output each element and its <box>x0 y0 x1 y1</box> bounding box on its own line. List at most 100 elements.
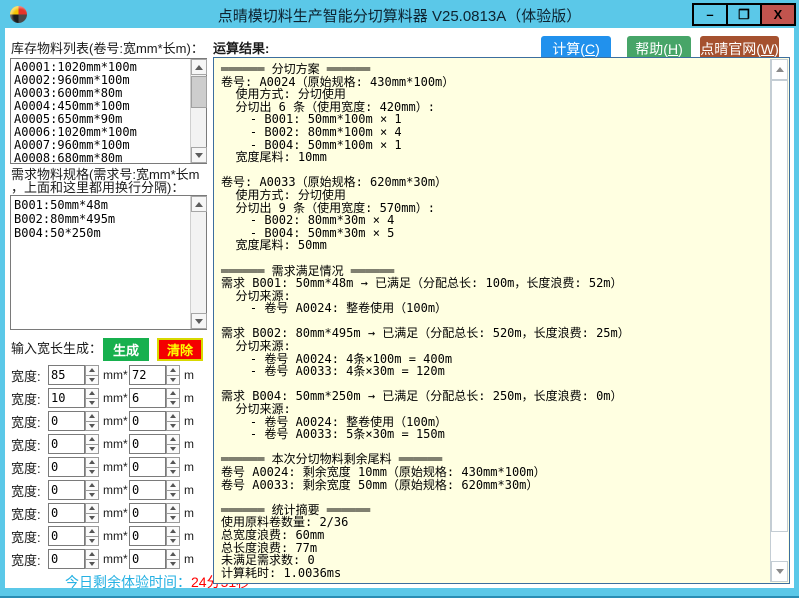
width-input[interactable] <box>48 503 85 523</box>
m-unit-label: m <box>184 483 194 497</box>
length-input[interactable] <box>129 549 166 569</box>
spin-down-icon[interactable] <box>85 559 99 570</box>
spin-down-icon[interactable] <box>85 421 99 432</box>
window-title: 点晴模切料生产智能分切算料器 V25.0813A（体验版） <box>0 5 799 26</box>
spin-down-icon[interactable] <box>166 490 180 501</box>
scroll-up-icon[interactable] <box>771 59 788 80</box>
scroll-down-icon[interactable] <box>771 561 788 582</box>
length-input[interactable] <box>129 457 166 477</box>
spin-down-icon[interactable] <box>85 444 99 455</box>
spin-down-icon[interactable] <box>166 375 180 386</box>
minimize-button[interactable]: – <box>692 3 728 26</box>
generate-button[interactable]: 生成 <box>103 338 149 361</box>
close-button[interactable]: X <box>760 3 796 26</box>
spin-down-icon[interactable] <box>85 398 99 409</box>
generator-label: 输入宽长生成： <box>11 342 102 355</box>
title-bar: 点晴模切料生产智能分切算料器 V25.0813A（体验版） – ❐ X <box>0 0 799 28</box>
length-input[interactable] <box>129 503 166 523</box>
width-input[interactable] <box>48 549 85 569</box>
scroll-down-icon[interactable] <box>191 147 207 163</box>
spin-down-icon[interactable] <box>166 467 180 478</box>
m-unit-label: m <box>184 391 194 405</box>
mm-unit-label: mm* <box>103 391 127 405</box>
demand-textarea[interactable]: B001:50mm*48m B002:80mm*495m B004:50*250… <box>12 197 189 328</box>
m-unit-label: m <box>184 414 194 428</box>
length-input[interactable] <box>129 434 166 454</box>
width-stepper <box>85 526 99 546</box>
width-input[interactable] <box>48 526 85 546</box>
calculate-label-post: ) <box>595 41 600 57</box>
results-box: ══════ 分切方案 ══════ 卷号: A0024（原始规格: 430mm… <box>213 57 790 584</box>
size-row: 宽度: mm* m <box>11 502 207 524</box>
length-stepper <box>166 388 180 408</box>
scrollbar-thumb[interactable] <box>191 76 207 108</box>
scroll-up-icon[interactable] <box>191 59 207 75</box>
mm-unit-label: mm* <box>103 506 127 520</box>
length-input[interactable] <box>129 480 166 500</box>
length-stepper <box>166 365 180 385</box>
size-row: 宽度: mm* m <box>11 525 207 547</box>
scrollbar-thumb[interactable] <box>771 80 788 532</box>
width-row-label: 宽度: <box>11 481 48 500</box>
width-input[interactable] <box>48 411 85 431</box>
spin-down-icon[interactable] <box>85 375 99 386</box>
results-scrollbar[interactable] <box>770 59 788 582</box>
width-stepper <box>85 388 99 408</box>
trial-time-label: 今日剩余体验时间： <box>65 574 191 590</box>
spin-down-icon[interactable] <box>166 559 180 570</box>
spin-down-icon[interactable] <box>166 421 180 432</box>
spin-down-icon[interactable] <box>85 536 99 547</box>
width-input[interactable] <box>48 480 85 500</box>
width-row-label: 宽度: <box>11 458 48 477</box>
size-row: 宽度: mm* m <box>11 364 207 386</box>
spin-down-icon[interactable] <box>85 490 99 501</box>
size-row: 宽度: mm* m <box>11 456 207 478</box>
length-stepper <box>166 480 180 500</box>
mm-unit-label: mm* <box>103 552 127 566</box>
app-window: 点晴模切料生产智能分切算料器 V25.0813A（体验版） – ❐ X 计算(C… <box>0 0 799 598</box>
length-input[interactable] <box>129 365 166 385</box>
demand-scrollbar[interactable] <box>190 196 206 329</box>
length-stepper <box>166 549 180 569</box>
results-label: 运算结果: <box>213 42 269 55</box>
width-input[interactable] <box>48 388 85 408</box>
size-row: 宽度: mm* m <box>11 479 207 501</box>
inventory-scrollbar[interactable] <box>190 59 206 163</box>
inventory-listbox[interactable]: A0001:1020mm*100m A0002:960mm*100m A0003… <box>10 58 207 164</box>
clear-button[interactable]: 清除 <box>157 338 203 361</box>
spin-down-icon[interactable] <box>166 513 180 524</box>
spin-down-icon[interactable] <box>166 444 180 455</box>
mm-unit-label: mm* <box>103 529 127 543</box>
spin-down-icon[interactable] <box>85 467 99 478</box>
length-stepper <box>166 457 180 477</box>
width-input[interactable] <box>48 365 85 385</box>
m-unit-label: m <box>184 529 194 543</box>
width-stepper <box>85 411 99 431</box>
mm-unit-label: mm* <box>103 437 127 451</box>
site-label-post: ) <box>774 41 779 57</box>
results-text[interactable]: ══════ 分切方案 ══════ 卷号: A0024（原始规格: 430mm… <box>215 59 770 582</box>
spin-down-icon[interactable] <box>166 536 180 547</box>
length-input[interactable] <box>129 411 166 431</box>
m-unit-label: m <box>184 460 194 474</box>
length-input[interactable] <box>129 388 166 408</box>
width-input[interactable] <box>48 434 85 454</box>
scroll-down-icon[interactable] <box>191 313 207 329</box>
scroll-up-icon[interactable] <box>191 196 207 212</box>
m-unit-label: m <box>184 552 194 566</box>
help-label-post: ) <box>678 41 683 57</box>
inventory-items: A0001:1020mm*100m A0002:960mm*100m A0003… <box>12 60 189 162</box>
site-hotkey: W <box>761 41 774 57</box>
length-input[interactable] <box>129 526 166 546</box>
maximize-button[interactable]: ❐ <box>726 3 762 26</box>
help-hotkey: H <box>668 41 678 57</box>
width-input[interactable] <box>48 457 85 477</box>
width-stepper <box>85 365 99 385</box>
spin-down-icon[interactable] <box>85 513 99 524</box>
spin-down-icon[interactable] <box>166 398 180 409</box>
size-row: 宽度: mm* m <box>11 410 207 432</box>
mm-unit-label: mm* <box>103 414 127 428</box>
list-item[interactable]: A0008:680mm*80m <box>12 152 189 162</box>
content-area: 计算(C) 帮助(H) 点晴官网(W) 库存物料列表(卷号:宽mm*长m)： A… <box>5 28 794 588</box>
calculate-label-pre: 计算( <box>552 39 585 59</box>
